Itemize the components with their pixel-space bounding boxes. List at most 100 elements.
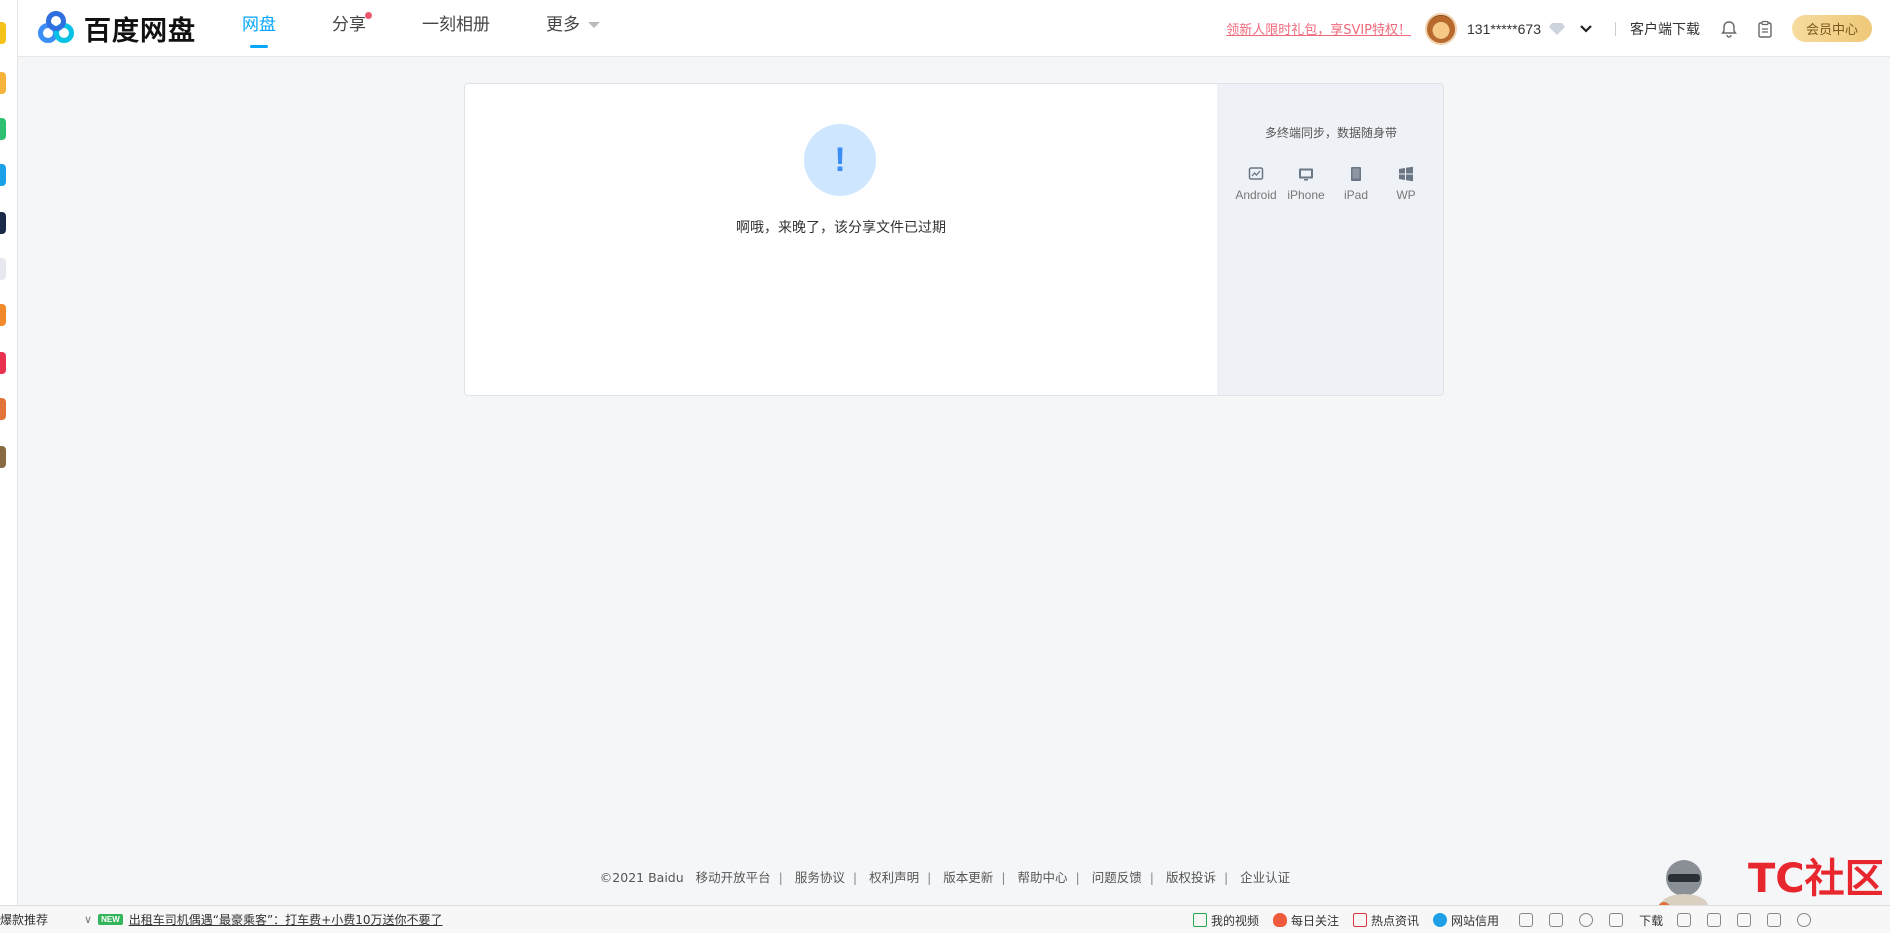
sidebar-app-icon[interactable] bbox=[0, 352, 6, 374]
iphone-icon bbox=[1299, 168, 1313, 181]
nav-label: 更多 bbox=[546, 15, 580, 35]
drop-icon bbox=[1433, 913, 1448, 927]
logo[interactable]: 百度网盘 bbox=[36, 9, 196, 48]
sidebar-app-icon[interactable] bbox=[0, 22, 6, 44]
news-icon bbox=[1353, 913, 1368, 927]
sidebar-app-icon[interactable] bbox=[0, 164, 6, 186]
footer-link[interactable]: 问题反馈 bbox=[1092, 870, 1142, 885]
ipad-icon bbox=[1351, 167, 1361, 181]
sidebar-app-icon[interactable] bbox=[0, 398, 6, 420]
sidebar-app-icon[interactable] bbox=[0, 446, 6, 468]
footer-link[interactable]: 版权投诉 bbox=[1166, 870, 1216, 885]
nav-label: 一刻相册 bbox=[422, 15, 490, 35]
nav-label: 网盘 bbox=[242, 15, 276, 35]
platform-list: Android iPhone iPad WP bbox=[1217, 166, 1443, 204]
windows-icon bbox=[1399, 166, 1413, 182]
status-tools: 下载 bbox=[1519, 912, 1827, 929]
news-link[interactable]: 出租车司机偶遇“最豪乘客”：打车费+小费10万送你不要了 bbox=[129, 911, 443, 928]
divider: | bbox=[778, 870, 783, 885]
divider: | bbox=[852, 870, 858, 885]
nav-label: 分享 bbox=[332, 15, 366, 35]
hot-news[interactable]: 热点资讯 bbox=[1353, 912, 1419, 929]
footer-link[interactable]: 帮助中心 bbox=[1018, 870, 1068, 885]
divider: | bbox=[1001, 870, 1006, 885]
top-header: 百度网盘 网盘 分享 一刻相册 更多 领新人限时礼包，享SVIP特权！ 131*… bbox=[18, 0, 1890, 57]
share-expired-card: ! 啊哦，来晚了，该分享文件已过期 多终端同步，数据随身带 Android iP… bbox=[464, 83, 1444, 396]
avatar[interactable] bbox=[1425, 12, 1458, 45]
logo-text: 百度网盘 bbox=[84, 16, 196, 47]
status-item-label: 网站信用 bbox=[1451, 913, 1500, 928]
platform-ipad[interactable]: iPad bbox=[1331, 166, 1381, 204]
hot-tag[interactable]: 爆款推荐 bbox=[0, 911, 50, 928]
platform-label: WP bbox=[1396, 188, 1416, 202]
platform-android[interactable]: Android bbox=[1231, 166, 1281, 204]
bell-icon[interactable] bbox=[1720, 20, 1738, 38]
my-video[interactable]: 我的视频 bbox=[1193, 912, 1259, 929]
site-credit[interactable]: 网站信用 bbox=[1433, 912, 1499, 929]
card-main: ! 啊哦，来晚了，该分享文件已过期 bbox=[465, 84, 1217, 395]
multi-device-panel: 多终端同步，数据随身带 Android iPhone iPad WP bbox=[1217, 84, 1443, 395]
watermark-brand: TC社区 bbox=[1748, 856, 1882, 902]
main-nav: 网盘 分享 一刻相册 更多 bbox=[242, 0, 656, 57]
footer: ©2021 Baidu 移动开放平台 | 服务协议 | 权利声明 | 版本更新 | 帮助… bbox=[0, 867, 1890, 886]
phone-icon[interactable] bbox=[1707, 913, 1722, 927]
sidebar-app-icon[interactable] bbox=[0, 72, 6, 94]
expired-message: 啊哦，来晚了，该分享文件已过期 bbox=[736, 220, 946, 236]
baidu-netdisk-logo-icon bbox=[36, 10, 78, 47]
fire-icon bbox=[1273, 913, 1288, 927]
refresh-icon[interactable] bbox=[1579, 913, 1594, 927]
chevron-down-icon[interactable] bbox=[1579, 22, 1593, 36]
notification-dot bbox=[365, 12, 372, 19]
shield-icon[interactable] bbox=[1519, 913, 1534, 927]
link-icon[interactable] bbox=[1677, 913, 1692, 927]
android-icon bbox=[1248, 167, 1264, 180]
copyright: ©2021 Baidu bbox=[599, 870, 684, 885]
footer-link[interactable]: 企业认证 bbox=[1240, 870, 1290, 885]
status-left: 爆款推荐 ∨ NEW 出租车司机偶遇“最豪乘客”：打车费+小费10万送你不要了 bbox=[0, 911, 443, 928]
divider: | bbox=[1075, 870, 1080, 885]
window-icon[interactable] bbox=[1737, 913, 1752, 927]
footer-link[interactable]: 权利声明 bbox=[869, 870, 919, 885]
daily-focus[interactable]: 每日关注 bbox=[1273, 912, 1339, 929]
nav-share[interactable]: 分享 bbox=[332, 0, 372, 57]
username[interactable]: 131*****673 bbox=[1467, 21, 1541, 37]
status-item-label: 热点资讯 bbox=[1371, 913, 1420, 928]
footer-link[interactable]: 版本更新 bbox=[943, 870, 993, 885]
status-item-label: 我的视频 bbox=[1211, 913, 1260, 928]
platform-iphone[interactable]: iPhone bbox=[1281, 166, 1331, 204]
rocket-icon[interactable] bbox=[1609, 913, 1624, 927]
chevron-down-icon bbox=[588, 22, 600, 28]
sidebar-app-icon[interactable] bbox=[0, 212, 6, 234]
vip-center-button[interactable]: 会员中心 bbox=[1791, 15, 1872, 42]
promo-link[interactable]: 领新人限时礼包，享SVIP特权！ bbox=[1226, 19, 1411, 38]
browser-sidebar bbox=[0, 0, 18, 905]
platform-label: iPad bbox=[1343, 188, 1369, 202]
image-icon[interactable] bbox=[1549, 913, 1564, 927]
nav-netdisk[interactable]: 网盘 bbox=[242, 0, 276, 57]
status-right: 我的视频 每日关注 热点资讯 网站信用 下载 bbox=[1193, 906, 1827, 933]
sidebar-app-icon[interactable] bbox=[0, 118, 6, 140]
zoom-icon[interactable] bbox=[1797, 913, 1812, 927]
chevron-down-icon[interactable]: ∨ bbox=[84, 913, 92, 926]
divider: | bbox=[1149, 870, 1154, 885]
play-icon bbox=[1193, 913, 1207, 927]
footer-link[interactable]: 移动开放平台 bbox=[696, 870, 771, 885]
platform-label: Android bbox=[1235, 188, 1277, 202]
divider: | bbox=[927, 870, 932, 885]
side-title: 多终端同步，数据随身带 bbox=[1264, 126, 1397, 140]
platform-wp[interactable]: WP bbox=[1381, 166, 1431, 204]
sidebar-app-icon[interactable] bbox=[0, 304, 6, 326]
new-badge: NEW bbox=[98, 914, 123, 925]
browser-status-bar: 爆款推荐 ∨ NEW 出租车司机偶遇“最豪乘客”：打车费+小费10万送你不要了 … bbox=[0, 905, 1890, 933]
download-label[interactable]: 下载 bbox=[1639, 912, 1663, 929]
exclamation-icon: ! bbox=[804, 124, 876, 196]
sound-icon[interactable] bbox=[1767, 913, 1782, 927]
sidebar-app-icon[interactable] bbox=[0, 258, 6, 280]
footer-link[interactable]: 服务协议 bbox=[795, 870, 845, 885]
clipboard-icon[interactable] bbox=[1756, 20, 1774, 38]
header-actions: 领新人限时礼包，享SVIP特权！ 131*****673 客户端下载 会员中心 bbox=[1226, 0, 1890, 57]
nav-album[interactable]: 一刻相册 bbox=[422, 0, 490, 57]
client-download-link[interactable]: 客户端下载 bbox=[1630, 19, 1700, 39]
diamond-icon bbox=[1548, 22, 1565, 35]
nav-more[interactable]: 更多 bbox=[546, 0, 600, 57]
